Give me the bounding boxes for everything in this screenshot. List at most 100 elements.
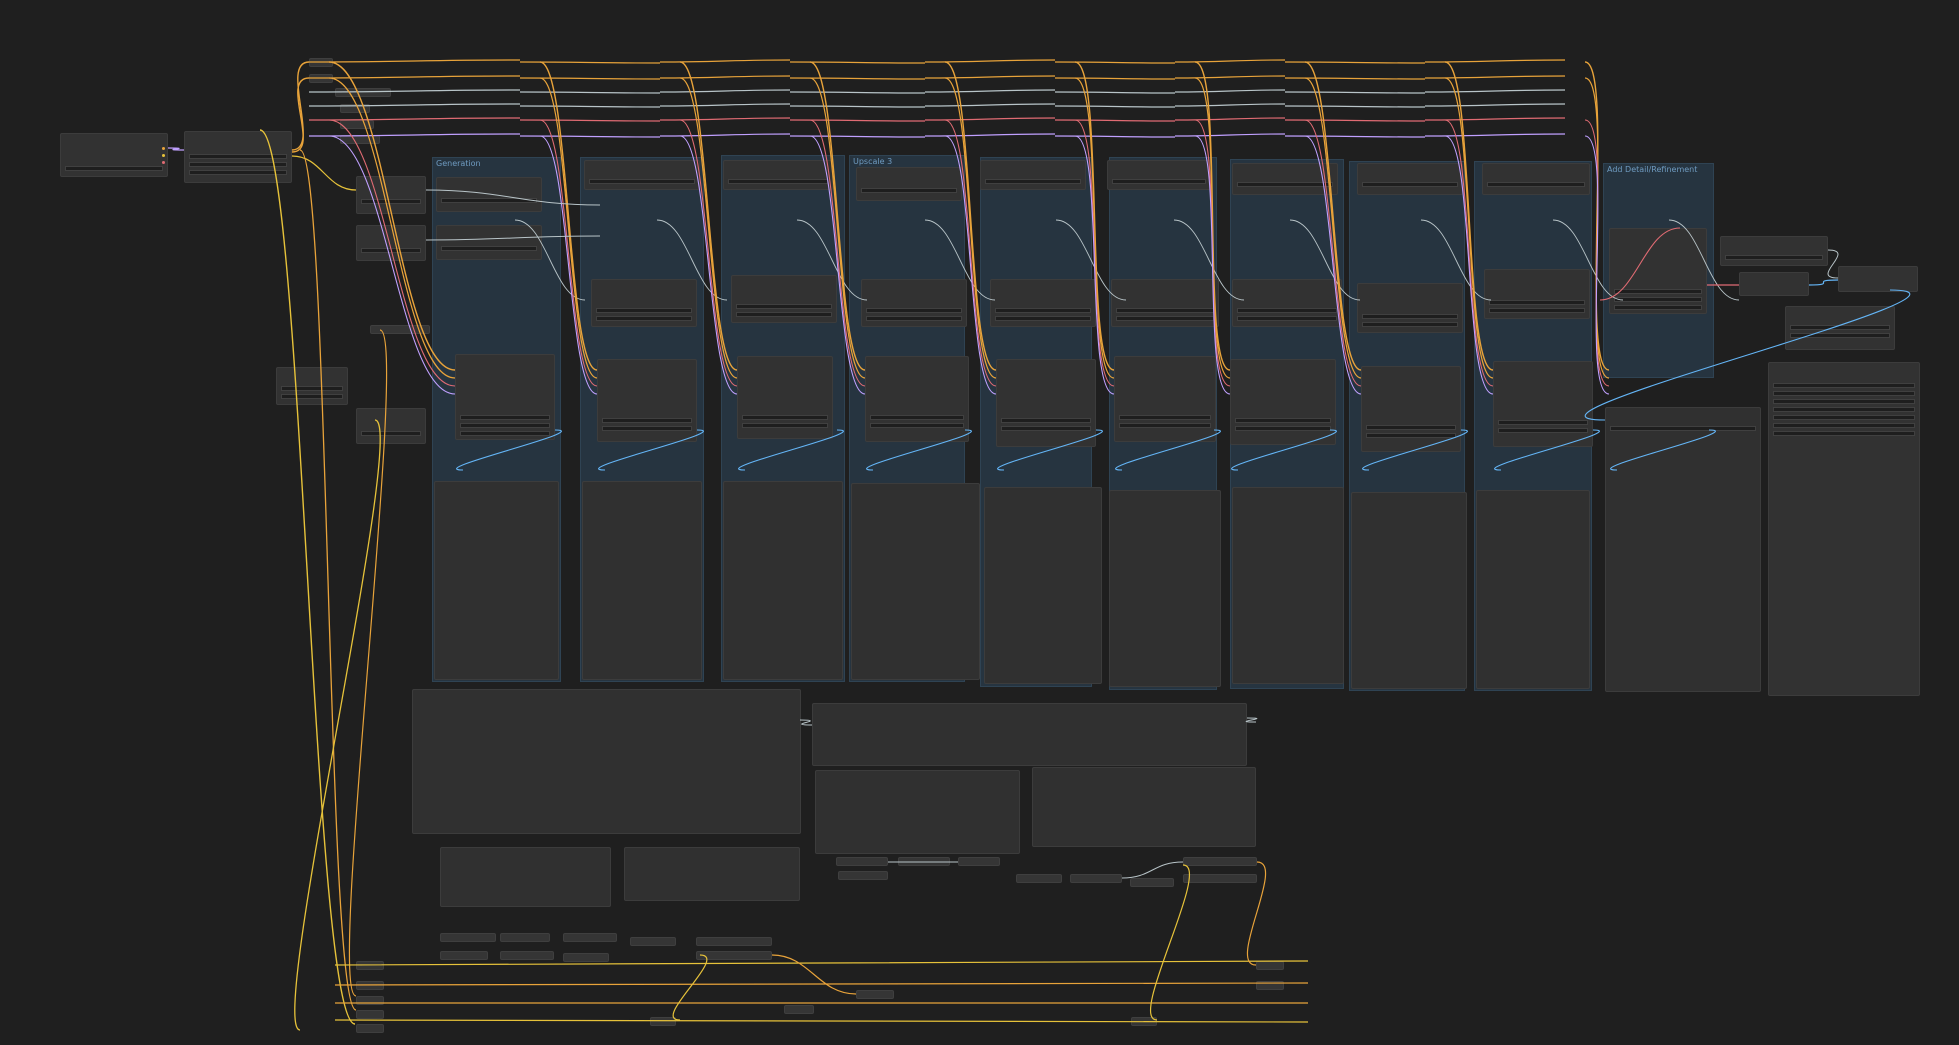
vae-encode-node[interactable] xyxy=(731,275,837,323)
reroute-node[interactable] xyxy=(340,120,374,129)
vae-encode-node[interactable] xyxy=(1111,279,1219,327)
reroute-node[interactable] xyxy=(309,58,333,67)
note-node[interactable] xyxy=(815,770,1020,854)
slot-dot-icon[interactable] xyxy=(162,161,165,164)
reroute-node[interactable] xyxy=(440,951,488,960)
slot-dot-icon[interactable] xyxy=(162,154,165,157)
reroute-node[interactable] xyxy=(1183,874,1257,883)
empty-latent-node[interactable] xyxy=(276,367,348,405)
reroute-node[interactable] xyxy=(500,933,550,942)
reroute-node[interactable] xyxy=(309,74,333,83)
image-compare-node[interactable] xyxy=(1785,306,1895,350)
reroute-node[interactable] xyxy=(696,937,772,946)
preview-image-node[interactable] xyxy=(723,481,843,680)
image-blend-node[interactable] xyxy=(1739,272,1809,296)
vae-encode-node[interactable] xyxy=(990,279,1096,327)
ksampler-node[interactable] xyxy=(455,354,555,440)
upscale-model-node[interactable] xyxy=(1107,160,1211,190)
reroute-node[interactable] xyxy=(440,933,496,942)
ksampler-node[interactable] xyxy=(737,356,833,439)
connection-wire xyxy=(771,954,857,995)
vae-encode-node[interactable] xyxy=(1357,283,1463,333)
negative-prompt-node[interactable] xyxy=(356,225,426,261)
vae-encode-node[interactable] xyxy=(591,279,697,327)
reroute-node[interactable] xyxy=(1131,1017,1157,1026)
image-scale-node[interactable] xyxy=(1720,236,1828,266)
reroute-node[interactable] xyxy=(1070,874,1122,883)
reroute-node[interactable] xyxy=(500,951,554,960)
reroute-node[interactable] xyxy=(650,1017,676,1026)
reroute-node[interactable] xyxy=(630,937,676,946)
settings-node[interactable] xyxy=(1768,362,1920,696)
clip-encode-node[interactable] xyxy=(436,177,542,212)
preview-image-node[interactable] xyxy=(434,481,559,680)
connection-wire xyxy=(334,982,1309,986)
reroute-node[interactable] xyxy=(340,135,380,144)
vae-encode-node[interactable] xyxy=(1484,269,1590,319)
reroute-node[interactable] xyxy=(335,88,391,97)
note-node[interactable] xyxy=(412,689,801,834)
reroute-node[interactable] xyxy=(356,1010,384,1019)
preview-image-node[interactable] xyxy=(1351,492,1467,689)
reroute-node[interactable] xyxy=(898,857,950,866)
preview-image-node[interactable] xyxy=(582,481,702,680)
reroute-node[interactable] xyxy=(340,104,370,113)
upscale-model-node[interactable] xyxy=(723,160,833,190)
checkpoint-loader-node[interactable] xyxy=(60,133,168,177)
ksampler-node[interactable] xyxy=(996,359,1096,447)
ksampler-node[interactable] xyxy=(865,356,969,442)
preview-image-node[interactable] xyxy=(1232,487,1344,684)
upscale-model-node[interactable] xyxy=(1232,163,1338,195)
ksampler-node[interactable] xyxy=(1230,359,1336,445)
upscale-model-node[interactable] xyxy=(1482,163,1590,195)
note-node[interactable] xyxy=(812,703,1247,766)
reroute-node[interactable] xyxy=(563,933,617,942)
vae-encode-node[interactable] xyxy=(1232,279,1342,327)
note-node[interactable] xyxy=(624,847,800,901)
reroute-node[interactable] xyxy=(356,981,384,990)
save-image-node[interactable] xyxy=(1838,266,1918,292)
clip-encode-node[interactable] xyxy=(436,225,542,260)
reroute-node[interactable] xyxy=(1130,878,1174,887)
reroute-node[interactable] xyxy=(1016,874,1062,883)
reroute-node[interactable] xyxy=(563,953,609,962)
upscale-model-node[interactable] xyxy=(980,160,1086,190)
lora-loader-node[interactable] xyxy=(184,131,292,183)
reroute-node[interactable] xyxy=(1256,981,1284,990)
upscale-model-node[interactable] xyxy=(856,167,962,201)
detailer-node[interactable] xyxy=(1609,228,1707,314)
reroute-node[interactable] xyxy=(370,325,430,334)
reroute-node[interactable] xyxy=(838,871,888,880)
seed-node[interactable] xyxy=(356,408,426,444)
preview-image-node[interactable] xyxy=(1109,490,1221,687)
reroute-node[interactable] xyxy=(356,961,384,970)
ksampler-node[interactable] xyxy=(1114,356,1216,442)
reroute-node[interactable] xyxy=(356,996,384,1005)
upscale-model-node[interactable] xyxy=(1357,163,1463,195)
connection-wire xyxy=(789,119,926,122)
connection-wire xyxy=(1054,119,1176,122)
node-graph-canvas[interactable]: Generation Upscale 3 Add Detail/Refineme… xyxy=(0,0,1959,1045)
vae-encode-node[interactable] xyxy=(861,279,967,327)
note-node[interactable] xyxy=(1032,767,1256,847)
ksampler-node[interactable] xyxy=(597,359,697,442)
preview-image-node[interactable] xyxy=(1476,490,1590,689)
reroute-node[interactable] xyxy=(1183,857,1257,866)
final-preview-node[interactable] xyxy=(1605,407,1761,692)
preview-image-node[interactable] xyxy=(851,483,980,680)
reroute-node[interactable] xyxy=(1256,961,1284,970)
reroute-node[interactable] xyxy=(356,1024,384,1033)
reroute-node[interactable] xyxy=(856,990,894,999)
ksampler-node[interactable] xyxy=(1361,366,1461,452)
ksampler-node[interactable] xyxy=(1493,361,1593,447)
connection-wire xyxy=(1245,717,1258,723)
reroute-node[interactable] xyxy=(696,951,772,960)
reroute-node[interactable] xyxy=(958,857,1000,866)
note-node[interactable] xyxy=(440,847,611,907)
slot-dot-icon[interactable] xyxy=(162,147,165,150)
reroute-node[interactable] xyxy=(784,1005,814,1014)
positive-prompt-node[interactable] xyxy=(356,176,426,214)
preview-image-node[interactable] xyxy=(984,487,1102,684)
reroute-node[interactable] xyxy=(836,857,888,866)
upscale-model-node[interactable] xyxy=(584,160,700,190)
